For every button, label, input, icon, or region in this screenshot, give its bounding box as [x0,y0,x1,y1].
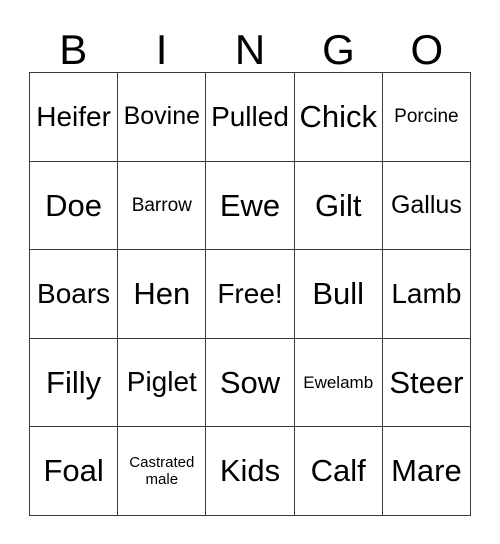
bingo-cell[interactable]: Bovine [118,73,207,162]
bingo-cell[interactable]: Porcine [382,73,471,162]
bingo-cell-label: Chick [299,98,377,134]
bingo-cell[interactable]: Pulled [206,73,295,162]
bingo-cell[interactable]: Castrated male [118,427,207,516]
bingo-cell[interactable]: Gallus [382,161,471,251]
bingo-cell-label: Doe [45,187,103,223]
bingo-cell-label: Ewe [219,187,281,223]
bingo-cell-label: Kids [219,453,281,489]
bingo-cell[interactable]: Calf [294,427,383,516]
bingo-cell-label: Calf [310,453,366,489]
bingo-cell[interactable]: Kids [206,427,295,516]
bingo-cell-label: Hen [133,276,191,312]
bingo-cell-label: Bovine [123,102,201,131]
bingo-cell-label: Piglet [126,366,197,398]
bingo-cell-label: Bull [312,276,365,312]
bingo-cell-label: Boars [37,277,111,309]
bingo-cell-label: Barrow [131,194,192,216]
bingo-cell-label: Ewelamb [303,372,374,392]
bingo-cell-label: Heifer [36,100,111,132]
bingo-header-letter-o: O [410,26,444,73]
bingo-cell[interactable]: Foal [30,427,119,516]
bingo-cell-label: Mare [391,453,462,489]
bingo-cell[interactable]: Sow [206,338,295,428]
bingo-cell[interactable]: Filly [30,338,119,428]
bingo-cell[interactable]: Ewelamb [294,338,383,428]
bingo-cell[interactable]: Chick [294,73,383,162]
bingo-cell-label: Gallus [390,190,462,219]
bingo-header-letter-n: N [234,26,266,73]
bingo-card: B I N G O Heifer Bovine Pulled Chick Porcine… [0,0,500,544]
bingo-cell-label: Porcine [394,106,459,128]
bingo-cell[interactable]: Lamb [382,250,471,339]
bingo-cell-free[interactable]: Free! [206,250,295,339]
bingo-cell-label: Free! [217,277,283,309]
bingo-cell[interactable]: Doe [30,161,119,251]
bingo-cell-label: Steer [389,364,464,400]
bingo-cell[interactable]: Ewe [206,161,295,251]
bingo-cell-label: Sow [219,364,281,400]
bingo-cell[interactable]: Boars [30,250,119,339]
bingo-cell[interactable]: Gilt [294,161,383,251]
bingo-cell[interactable]: Barrow [118,161,207,251]
bingo-cell-label: Pulled [211,100,289,132]
bingo-header-letter-g: G [322,26,355,73]
bingo-header-letter-i: I [155,26,168,73]
bingo-cell-label: Foal [43,453,104,489]
bingo-cell[interactable]: Mare [382,427,471,516]
bingo-cell[interactable]: Bull [294,250,383,339]
bingo-cell-label: Lamb [391,277,462,309]
bingo-header-row: B I N G O [29,18,471,72]
bingo-cell[interactable]: Heifer [30,73,119,162]
bingo-cell-label: Gilt [314,187,362,223]
bingo-cell[interactable]: Steer [382,338,471,428]
bingo-cell-label: Castrated male [129,453,195,489]
bingo-grid: Heifer Bovine Pulled Chick Porcine Doe Barrow E… [29,72,471,516]
bingo-cell[interactable]: Piglet [118,338,207,428]
bingo-cell[interactable]: Hen [118,250,207,339]
bingo-cell-label: Filly [46,364,102,400]
bingo-header-letter-b: B [59,26,88,73]
